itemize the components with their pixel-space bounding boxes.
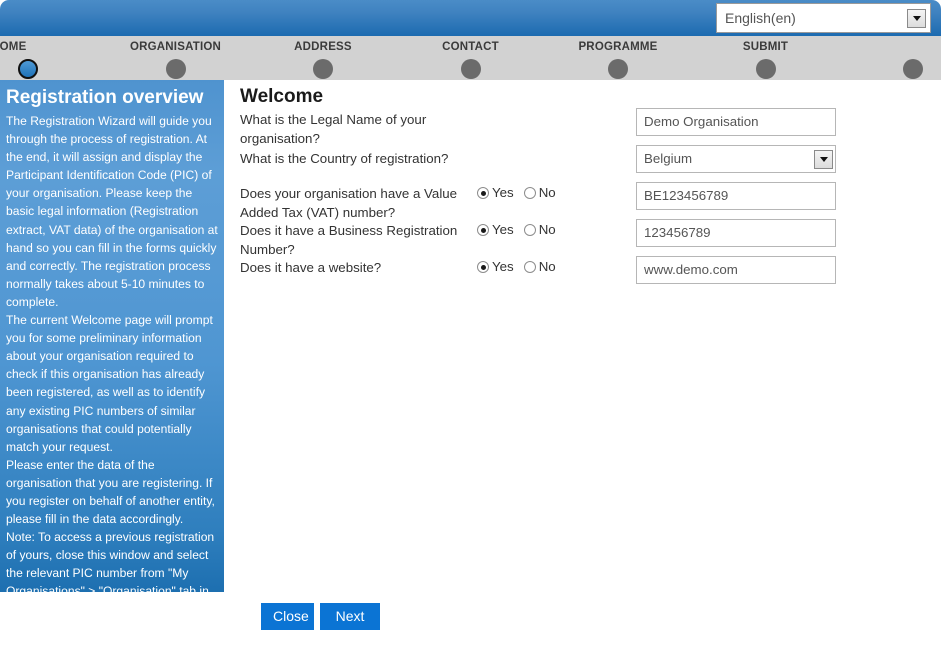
wizard-step-programme[interactable]: PROGRAMME xyxy=(543,36,693,80)
wizard-step-bar: WELCOME ORGANISATION ADDRESS CONTACT PROGRAM… xyxy=(0,36,941,107)
radio-no[interactable] xyxy=(523,187,536,199)
chevron-down-icon[interactable] xyxy=(907,8,926,28)
yes-no-radio-group[interactable]: Yes No xyxy=(477,259,607,275)
wizard-step-dot-icon[interactable] xyxy=(18,59,38,79)
sidebar-paragraph: The current Welcome page will prompt you… xyxy=(6,313,213,454)
wizard-step-label: WELCOME xyxy=(0,41,27,53)
wizard-step-submit[interactable]: SUBMIT xyxy=(691,36,841,80)
country-select-value: Belgium xyxy=(644,151,693,166)
radio-yes-label: Yes xyxy=(492,259,514,274)
text-input-2[interactable]: BE123456789 xyxy=(636,182,836,210)
radio-yes[interactable] xyxy=(477,187,489,199)
app-header-bar: English(en) xyxy=(0,0,941,36)
radio-no[interactable] xyxy=(523,224,536,236)
radio-no-label: No xyxy=(538,222,556,237)
wizard-step-organisation[interactable]: ORGANISATION xyxy=(101,36,251,80)
wizard-step-dot-icon[interactable] xyxy=(460,59,481,79)
wizard-step-contact[interactable]: CONTACT xyxy=(396,36,546,80)
wizard-button-bar: Close Next > xyxy=(0,592,941,651)
radio-yes[interactable] xyxy=(477,224,489,236)
question-label: Does it have a Business Registration Num… xyxy=(240,223,458,257)
wizard-step-label: CONTACT xyxy=(442,41,499,53)
sidebar-title: Registration overview xyxy=(6,87,204,108)
wizard-step-label: ORGANISATION xyxy=(130,41,221,53)
question-label: What is the Legal Name of your organisat… xyxy=(240,112,427,146)
question-label: What is the Country of registration? xyxy=(240,151,449,166)
wizard-step-dot-icon[interactable] xyxy=(608,59,628,79)
language-select[interactable]: English(en) xyxy=(716,3,931,33)
wizard-step-dot-icon[interactable] xyxy=(755,59,776,79)
sidebar-paragraph: Note: To access a previous registration … xyxy=(6,530,215,592)
yes-no-radio-group[interactable]: Yes No xyxy=(477,185,607,201)
question-label: Does your organisation have a Value Adde… xyxy=(240,186,458,220)
text-input-4[interactable]: www.demo.com xyxy=(636,256,836,284)
radio-no[interactable] xyxy=(523,261,536,273)
radio-yes-label: Yes xyxy=(492,222,514,237)
question-label: Does it have a website? xyxy=(240,260,382,275)
wizard-step-dot-icon[interactable] xyxy=(165,59,186,79)
chevron-down-icon[interactable] xyxy=(814,149,833,169)
language-select-value: English(en) xyxy=(725,10,796,26)
close-button[interactable]: Close xyxy=(261,603,314,630)
wizard-step-label: SUBMIT xyxy=(742,41,789,53)
wizard-step-address[interactable]: ADDRESS xyxy=(248,36,398,80)
country-select[interactable]: Belgium xyxy=(636,145,836,173)
wizard-step-dot-icon[interactable] xyxy=(313,59,333,79)
wizard-step-label: DONE xyxy=(826,41,941,53)
sidebar-paragraph: The Registration Wizard will guide you t… xyxy=(6,114,218,309)
wizard-step-done[interactable]: DONE xyxy=(838,36,941,80)
radio-no-label: No xyxy=(538,185,556,200)
page-title: Welcome xyxy=(240,86,324,107)
wizard-step-dot-icon[interactable] xyxy=(903,59,923,79)
next-button[interactable]: Next > xyxy=(320,603,380,651)
radio-yes-label: Yes xyxy=(492,185,514,200)
registration-overview-sidebar: Registration overview The Registration W… xyxy=(0,80,224,592)
wizard-step-label: ADDRESS xyxy=(294,41,352,53)
text-input-0[interactable]: Demo Organisation xyxy=(636,108,836,136)
radio-yes[interactable] xyxy=(477,261,489,273)
wizard-step-label: PROGRAMME xyxy=(578,41,658,53)
radio-no-label: No xyxy=(538,259,556,274)
welcome-form-panel: Welcome What is the Legal Name of your o… xyxy=(224,80,941,592)
wizard-step-welcome[interactable]: WELCOME xyxy=(0,36,103,80)
text-input-3[interactable]: 123456789 xyxy=(636,219,836,247)
yes-no-radio-group[interactable]: Yes No xyxy=(477,222,607,238)
sidebar-paragraph: Please enter the data of the organisatio… xyxy=(6,457,215,527)
